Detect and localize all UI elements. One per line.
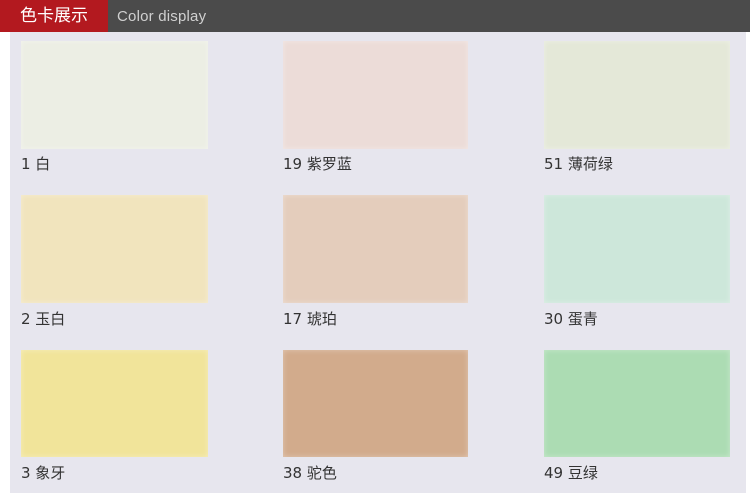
section-title: 色卡展示 bbox=[0, 0, 108, 32]
color-swatch-19 bbox=[283, 41, 468, 149]
swatch-label-19: 19 紫罗蓝 bbox=[283, 155, 352, 173]
swatch-label-1: 1 白 bbox=[21, 155, 51, 173]
color-swatch-17 bbox=[283, 195, 468, 303]
color-swatch-51 bbox=[544, 41, 730, 149]
swatch-label-3: 3 象牙 bbox=[21, 464, 66, 482]
color-swatch-3 bbox=[21, 350, 208, 457]
swatch-label-30: 30 蛋青 bbox=[544, 310, 598, 328]
swatch-label-2: 2 玉白 bbox=[21, 310, 66, 328]
swatch-label-49: 49 豆绿 bbox=[544, 464, 598, 482]
color-swatch-1 bbox=[21, 41, 208, 149]
swatch-label-17: 17 琥珀 bbox=[283, 310, 337, 328]
color-swatch-38 bbox=[283, 350, 468, 457]
section-subtitle: Color display bbox=[117, 8, 207, 25]
color-swatch-30 bbox=[544, 195, 730, 303]
swatch-label-38: 38 驼色 bbox=[283, 464, 337, 482]
swatch-label-51: 51 薄荷绿 bbox=[544, 155, 613, 173]
header-bar: 色卡展示 Color display bbox=[0, 0, 750, 32]
color-swatch-2 bbox=[21, 195, 208, 303]
color-swatch-49 bbox=[544, 350, 730, 457]
